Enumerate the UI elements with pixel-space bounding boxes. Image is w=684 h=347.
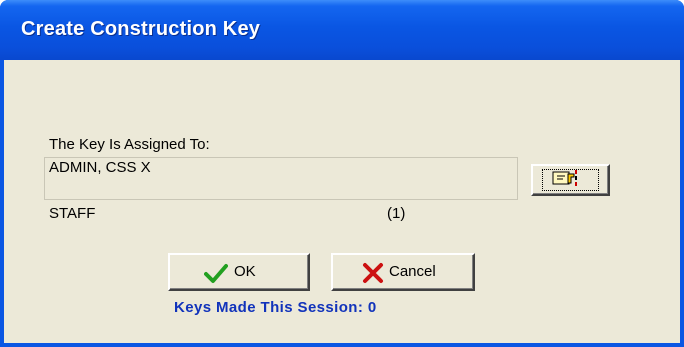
assignee-value: ADMIN, CSS X bbox=[49, 159, 151, 176]
title-bar[interactable]: Create Construction Key bbox=[0, 0, 684, 60]
x-icon bbox=[363, 263, 383, 283]
dialog-window: Create Construction Key The Key Is Assig… bbox=[0, 0, 684, 347]
category-label: STAFF bbox=[49, 205, 96, 222]
ok-label: OK bbox=[234, 263, 256, 280]
assigned-to-label: The Key Is Assigned To: bbox=[49, 136, 210, 153]
cancel-label: Cancel bbox=[389, 263, 436, 280]
cancel-button[interactable]: Cancel bbox=[331, 253, 475, 291]
assignee-field: ADMIN, CSS X bbox=[44, 157, 518, 200]
lookup-button[interactable] bbox=[531, 164, 610, 196]
checkmark-icon bbox=[204, 264, 228, 283]
session-count-label: Keys Made This Session: 0 bbox=[174, 299, 377, 316]
window-title: Create Construction Key bbox=[21, 18, 261, 40]
count-label: (1) bbox=[387, 205, 406, 222]
pointing-hand-icon bbox=[552, 170, 577, 186]
ok-button[interactable]: OK bbox=[168, 253, 310, 291]
dialog-body: The Key Is Assigned To: ADMIN, CSS X STA… bbox=[4, 60, 680, 343]
